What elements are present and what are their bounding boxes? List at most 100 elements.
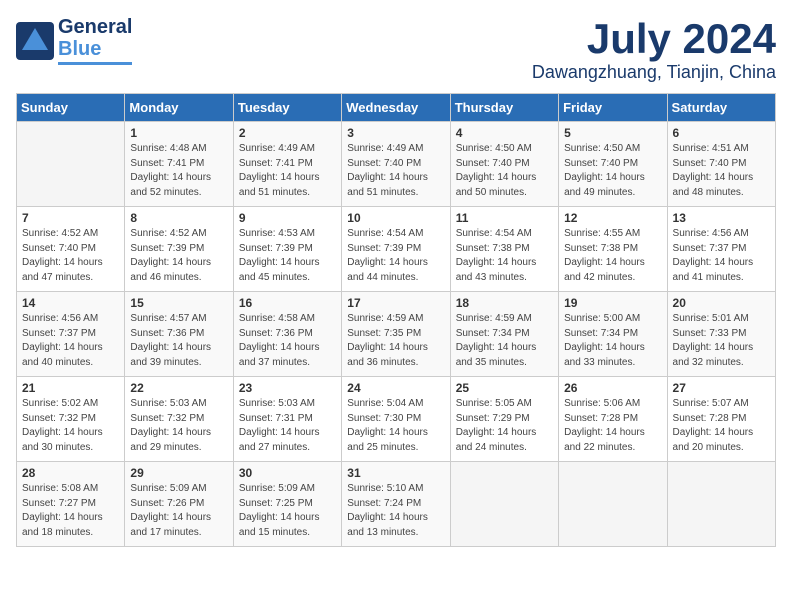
calendar-week-row: 28 Sunrise: 5:08 AM Sunset: 7:27 PM Dayli… <box>17 462 776 547</box>
calendar-cell: 31Sunrise: 5:10 AM Sunset: 7:24 PM Dayli… <box>342 462 450 547</box>
calendar-cell: 1 Sunrise: 4:48 AM Sunset: 7:41 PM Daylig… <box>125 122 233 207</box>
day-content: Sunrise: 4:54 AM Sunset: 7:39 PM Dayligh… <box>347 227 444 285</box>
calendar-header-row: SundayMondayTuesdayWednesdayThursdayFrid… <box>17 94 776 122</box>
day-number: 29 <box>130 466 227 480</box>
day-content: Sunrise: 4:52 AM Sunset: 7:40 PM Dayligh… <box>22 227 119 285</box>
calendar-week-row: 1 Sunrise: 4:48 AM Sunset: 7:41 PM Daylig… <box>17 122 776 207</box>
calendar-cell: 17 Sunrise: 4:59 AM Sunset: 7:35 PM Dayli… <box>342 292 450 377</box>
day-number: 4 <box>456 126 553 140</box>
month-title: July 2024 <box>532 16 776 62</box>
day-content: Sunrise: 5:08 AM Sunset: 7:27 PM Dayligh… <box>22 482 119 540</box>
calendar-cell: 12 Sunrise: 4:55 AM Sunset: 7:38 PM Dayli… <box>559 207 667 292</box>
calendar-cell: 7 Sunrise: 4:52 AM Sunset: 7:40 PM Daylig… <box>17 207 125 292</box>
day-number: 6 <box>673 126 770 140</box>
logo-line1: General <box>58 16 132 38</box>
day-number: 1 <box>130 126 227 140</box>
day-number: 24 <box>347 381 444 395</box>
day-number: 12 <box>564 211 661 225</box>
day-number: 14 <box>22 296 119 310</box>
header-sunday: Sunday <box>17 94 125 122</box>
day-content: Sunrise: 4:51 AM Sunset: 7:40 PM Dayligh… <box>673 142 770 200</box>
calendar-cell: 29 Sunrise: 5:09 AM Sunset: 7:26 PM Dayli… <box>125 462 233 547</box>
day-content: Sunrise: 5:10 AM Sunset: 7:24 PM Dayligh… <box>347 482 444 540</box>
calendar-cell: 22 Sunrise: 5:03 AM Sunset: 7:32 PM Dayli… <box>125 377 233 462</box>
day-content: Sunrise: 5:03 AM Sunset: 7:31 PM Dayligh… <box>239 397 336 455</box>
calendar-cell: 19Sunrise: 5:00 AM Sunset: 7:34 PM Dayli… <box>559 292 667 377</box>
day-number: 28 <box>22 466 119 480</box>
day-number: 18 <box>456 296 553 310</box>
day-number: 5 <box>564 126 661 140</box>
day-content: Sunrise: 5:07 AM Sunset: 7:28 PM Dayligh… <box>673 397 770 455</box>
logo-icon <box>16 22 54 60</box>
day-content: Sunrise: 4:50 AM Sunset: 7:40 PM Dayligh… <box>456 142 553 200</box>
header-tuesday: Tuesday <box>233 94 341 122</box>
calendar-cell: 23 Sunrise: 5:03 AM Sunset: 7:31 PM Dayli… <box>233 377 341 462</box>
day-content: Sunrise: 5:03 AM Sunset: 7:32 PM Dayligh… <box>130 397 227 455</box>
calendar-cell: 28 Sunrise: 5:08 AM Sunset: 7:27 PM Dayli… <box>17 462 125 547</box>
header-thursday: Thursday <box>450 94 558 122</box>
day-content: Sunrise: 5:05 AM Sunset: 7:29 PM Dayligh… <box>456 397 553 455</box>
day-content: Sunrise: 4:59 AM Sunset: 7:35 PM Dayligh… <box>347 312 444 370</box>
day-number: 9 <box>239 211 336 225</box>
day-number: 15 <box>130 296 227 310</box>
day-number: 3 <box>347 126 444 140</box>
day-content: Sunrise: 4:50 AM Sunset: 7:40 PM Dayligh… <box>564 142 661 200</box>
header-monday: Monday <box>125 94 233 122</box>
day-content: Sunrise: 4:59 AM Sunset: 7:34 PM Dayligh… <box>456 312 553 370</box>
logo: General Blue <box>16 16 132 65</box>
calendar-cell: 21Sunrise: 5:02 AM Sunset: 7:32 PM Dayli… <box>17 377 125 462</box>
calendar-week-row: 21Sunrise: 5:02 AM Sunset: 7:32 PM Dayli… <box>17 377 776 462</box>
day-content: Sunrise: 4:56 AM Sunset: 7:37 PM Dayligh… <box>673 227 770 285</box>
day-content: Sunrise: 4:56 AM Sunset: 7:37 PM Dayligh… <box>22 312 119 370</box>
day-number: 27 <box>673 381 770 395</box>
calendar-cell <box>667 462 775 547</box>
calendar-cell: 20 Sunrise: 5:01 AM Sunset: 7:33 PM Dayli… <box>667 292 775 377</box>
day-content: Sunrise: 4:48 AM Sunset: 7:41 PM Dayligh… <box>130 142 227 200</box>
day-number: 22 <box>130 381 227 395</box>
calendar-cell: 30 Sunrise: 5:09 AM Sunset: 7:25 PM Dayli… <box>233 462 341 547</box>
day-number: 23 <box>239 381 336 395</box>
calendar-week-row: 7 Sunrise: 4:52 AM Sunset: 7:40 PM Daylig… <box>17 207 776 292</box>
location-title: Dawangzhuang, Tianjin, China <box>532 62 776 83</box>
calendar-table: SundayMondayTuesdayWednesdayThursdayFrid… <box>16 93 776 547</box>
calendar-cell <box>559 462 667 547</box>
calendar-cell: 13Sunrise: 4:56 AM Sunset: 7:37 PM Dayli… <box>667 207 775 292</box>
calendar-cell: 16Sunrise: 4:58 AM Sunset: 7:36 PM Dayli… <box>233 292 341 377</box>
day-content: Sunrise: 5:09 AM Sunset: 7:25 PM Dayligh… <box>239 482 336 540</box>
header-friday: Friday <box>559 94 667 122</box>
calendar-cell: 2Sunrise: 4:49 AM Sunset: 7:41 PM Daylig… <box>233 122 341 207</box>
day-number: 30 <box>239 466 336 480</box>
day-content: Sunrise: 4:52 AM Sunset: 7:39 PM Dayligh… <box>130 227 227 285</box>
calendar-cell: 25Sunrise: 5:05 AM Sunset: 7:29 PM Dayli… <box>450 377 558 462</box>
day-number: 11 <box>456 211 553 225</box>
calendar-cell: 5 Sunrise: 4:50 AM Sunset: 7:40 PM Daylig… <box>559 122 667 207</box>
calendar-cell: 4 Sunrise: 4:50 AM Sunset: 7:40 PM Daylig… <box>450 122 558 207</box>
day-number: 7 <box>22 211 119 225</box>
day-number: 20 <box>673 296 770 310</box>
calendar-cell <box>17 122 125 207</box>
calendar-cell: 6 Sunrise: 4:51 AM Sunset: 7:40 PM Daylig… <box>667 122 775 207</box>
calendar-cell: 11 Sunrise: 4:54 AM Sunset: 7:38 PM Dayli… <box>450 207 558 292</box>
day-content: Sunrise: 5:01 AM Sunset: 7:33 PM Dayligh… <box>673 312 770 370</box>
calendar-cell: 10 Sunrise: 4:54 AM Sunset: 7:39 PM Dayli… <box>342 207 450 292</box>
calendar-cell: 26Sunrise: 5:06 AM Sunset: 7:28 PM Dayli… <box>559 377 667 462</box>
day-content: Sunrise: 5:09 AM Sunset: 7:26 PM Dayligh… <box>130 482 227 540</box>
calendar-cell: 3Sunrise: 4:49 AM Sunset: 7:40 PM Daylig… <box>342 122 450 207</box>
calendar-cell: 27 Sunrise: 5:07 AM Sunset: 7:28 PM Dayli… <box>667 377 775 462</box>
calendar-cell: 14 Sunrise: 4:56 AM Sunset: 7:37 PM Dayli… <box>17 292 125 377</box>
day-number: 16 <box>239 296 336 310</box>
day-number: 19 <box>564 296 661 310</box>
day-number: 17 <box>347 296 444 310</box>
day-content: Sunrise: 4:55 AM Sunset: 7:38 PM Dayligh… <box>564 227 661 285</box>
header-saturday: Saturday <box>667 94 775 122</box>
calendar-cell: 15Sunrise: 4:57 AM Sunset: 7:36 PM Dayli… <box>125 292 233 377</box>
calendar-cell: 9Sunrise: 4:53 AM Sunset: 7:39 PM Daylig… <box>233 207 341 292</box>
day-number: 2 <box>239 126 336 140</box>
day-number: 21 <box>22 381 119 395</box>
day-number: 10 <box>347 211 444 225</box>
calendar-cell <box>450 462 558 547</box>
day-number: 8 <box>130 211 227 225</box>
day-content: Sunrise: 4:54 AM Sunset: 7:38 PM Dayligh… <box>456 227 553 285</box>
header: General Blue July 2024 Dawangzhuang, Tia… <box>16 16 776 83</box>
calendar-week-row: 14 Sunrise: 4:56 AM Sunset: 7:37 PM Dayli… <box>17 292 776 377</box>
